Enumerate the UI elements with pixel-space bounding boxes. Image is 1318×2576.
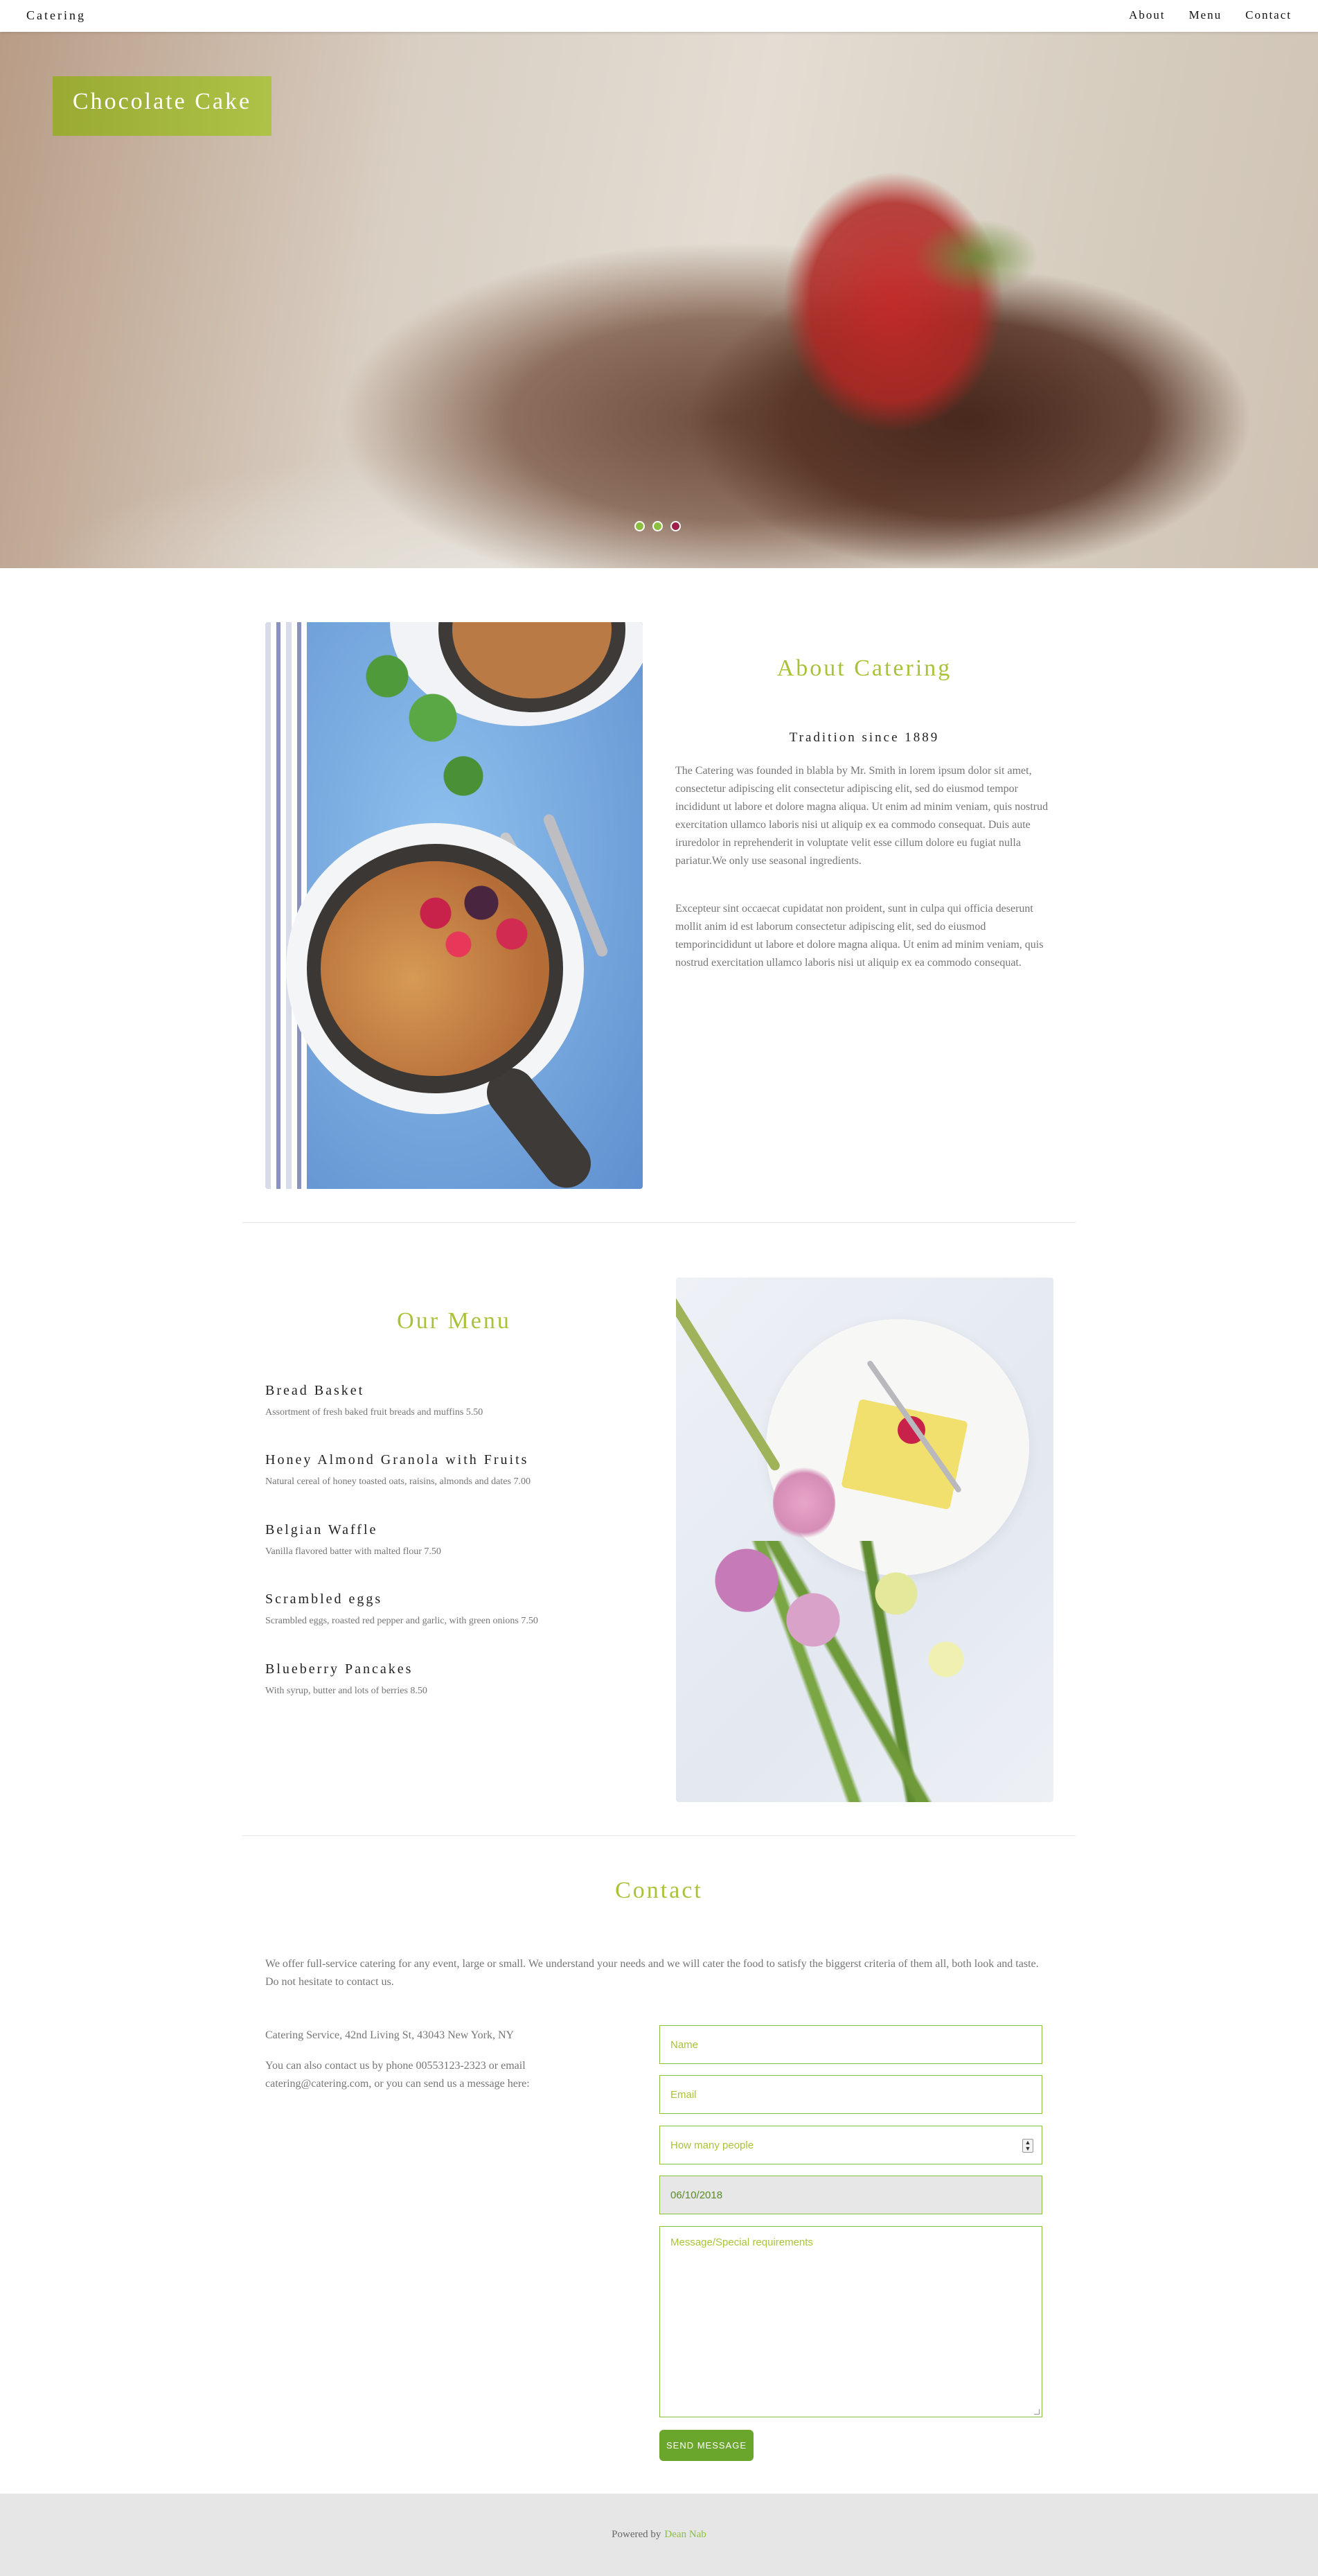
menu-item-name: Honey Almond Granola with Fruits bbox=[265, 1452, 529, 1467]
slide-dot-2[interactable] bbox=[652, 521, 663, 531]
send-message-button[interactable]: SEND MESSAGE bbox=[659, 2430, 754, 2461]
menu-item-desc: Scrambled eggs, roasted red pepper and g… bbox=[265, 1616, 538, 1626]
people-placeholder: How many people bbox=[670, 2139, 754, 2151]
name-input[interactable]: Name bbox=[659, 2025, 1042, 2064]
hero-strawberry-leaf bbox=[914, 219, 1039, 295]
about-subtitle: Tradition since 1889 bbox=[789, 730, 940, 745]
name-placeholder: Name bbox=[670, 2038, 699, 2051]
resize-handle-icon[interactable] bbox=[1034, 2409, 1040, 2415]
menu-item: Belgian Waffle Vanilla flavored batter w… bbox=[265, 1522, 643, 1558]
menu-item-name: Bread Basket bbox=[265, 1383, 365, 1398]
about-image-berries bbox=[390, 872, 542, 976]
slide-dot-1[interactable] bbox=[634, 521, 645, 531]
menu-image-bouquet bbox=[697, 1541, 1029, 1802]
nav-link-menu[interactable]: Menu bbox=[1188, 8, 1222, 22]
section-divider-2 bbox=[242, 1835, 1076, 1836]
hero-slideshow: Chocolate Cake bbox=[0, 32, 1318, 568]
section-divider-1 bbox=[242, 1222, 1076, 1223]
hero-title: Chocolate Cake bbox=[72, 89, 252, 114]
about-title: About Catering bbox=[776, 655, 952, 681]
menu-image bbox=[676, 1278, 1053, 1802]
menu-item: Blueberry Pancakes With syrup, butter an… bbox=[265, 1661, 643, 1697]
about-image bbox=[265, 622, 643, 1189]
menu-item-desc: Assortment of fresh baked fruit breads a… bbox=[265, 1407, 483, 1418]
menu-item: Scrambled eggs Scrambled eggs, roasted r… bbox=[265, 1591, 643, 1627]
message-placeholder: Message/Special requirements bbox=[670, 2237, 813, 2248]
date-value: 06/10/2018 bbox=[670, 2189, 723, 2201]
contact-address: Catering Service, 42nd Living St, 43043 … bbox=[265, 2029, 515, 2041]
menu-item-name: Blueberry Pancakes bbox=[265, 1661, 413, 1677]
menu-item-desc: Natural cereal of honey toasted oats, ra… bbox=[265, 1476, 531, 1487]
nav-link-about[interactable]: About bbox=[1129, 8, 1166, 22]
footer-text: Powered by bbox=[612, 2529, 661, 2540]
email-input[interactable]: Email bbox=[659, 2075, 1042, 2114]
number-stepper-icon[interactable]: ▲ ▼ bbox=[1022, 2139, 1033, 2153]
menu-title: Our Menu bbox=[397, 1308, 511, 1334]
menu-item: Bread Basket Assortment of fresh baked f… bbox=[265, 1383, 643, 1418]
brand-logo[interactable]: Catering bbox=[26, 8, 86, 23]
contact-more-info: You can also contact us by phone 0055312… bbox=[265, 2060, 530, 2090]
menu-item-desc: Vanilla flavored batter with malted flou… bbox=[265, 1546, 441, 1557]
menu-image-flower bbox=[773, 1465, 835, 1541]
top-navbar: Catering About Menu Contact bbox=[0, 0, 1318, 32]
people-count-input[interactable]: How many people ▲ ▼ bbox=[659, 2126, 1042, 2164]
slide-dot-3-active[interactable] bbox=[670, 521, 681, 531]
menu-item-name: Scrambled eggs bbox=[265, 1591, 383, 1607]
nav-links: About Menu Contact bbox=[1129, 8, 1292, 22]
menu-image-stem bbox=[676, 1291, 782, 1472]
nav-link-contact[interactable]: Contact bbox=[1245, 8, 1292, 22]
message-textarea[interactable]: Message/Special requirements bbox=[659, 2226, 1042, 2417]
slide-indicators bbox=[634, 521, 681, 531]
footer: Powered by Dean Nab bbox=[0, 2494, 1318, 2576]
about-paragraph-1: The Catering was founded in blabla by Mr… bbox=[675, 765, 1049, 867]
contact-title: Contact bbox=[615, 1878, 703, 1903]
menu-item-name: Belgian Waffle bbox=[265, 1522, 378, 1537]
about-paragraph-2: Excepteur sint occaecat cupidatat non pr… bbox=[675, 903, 1044, 969]
footer-author-link[interactable]: Dean Nab bbox=[664, 2529, 706, 2541]
date-input[interactable]: 06/10/2018 bbox=[659, 2176, 1042, 2214]
about-image-ivy bbox=[341, 643, 494, 809]
email-placeholder: Email bbox=[670, 2088, 697, 2101]
contact-intro: We offer full-service catering for any e… bbox=[265, 1958, 1039, 1988]
menu-item-desc: With syrup, butter and lots of berries 8… bbox=[265, 1686, 427, 1696]
menu-item: Honey Almond Granola with Fruits Natural… bbox=[265, 1452, 643, 1488]
